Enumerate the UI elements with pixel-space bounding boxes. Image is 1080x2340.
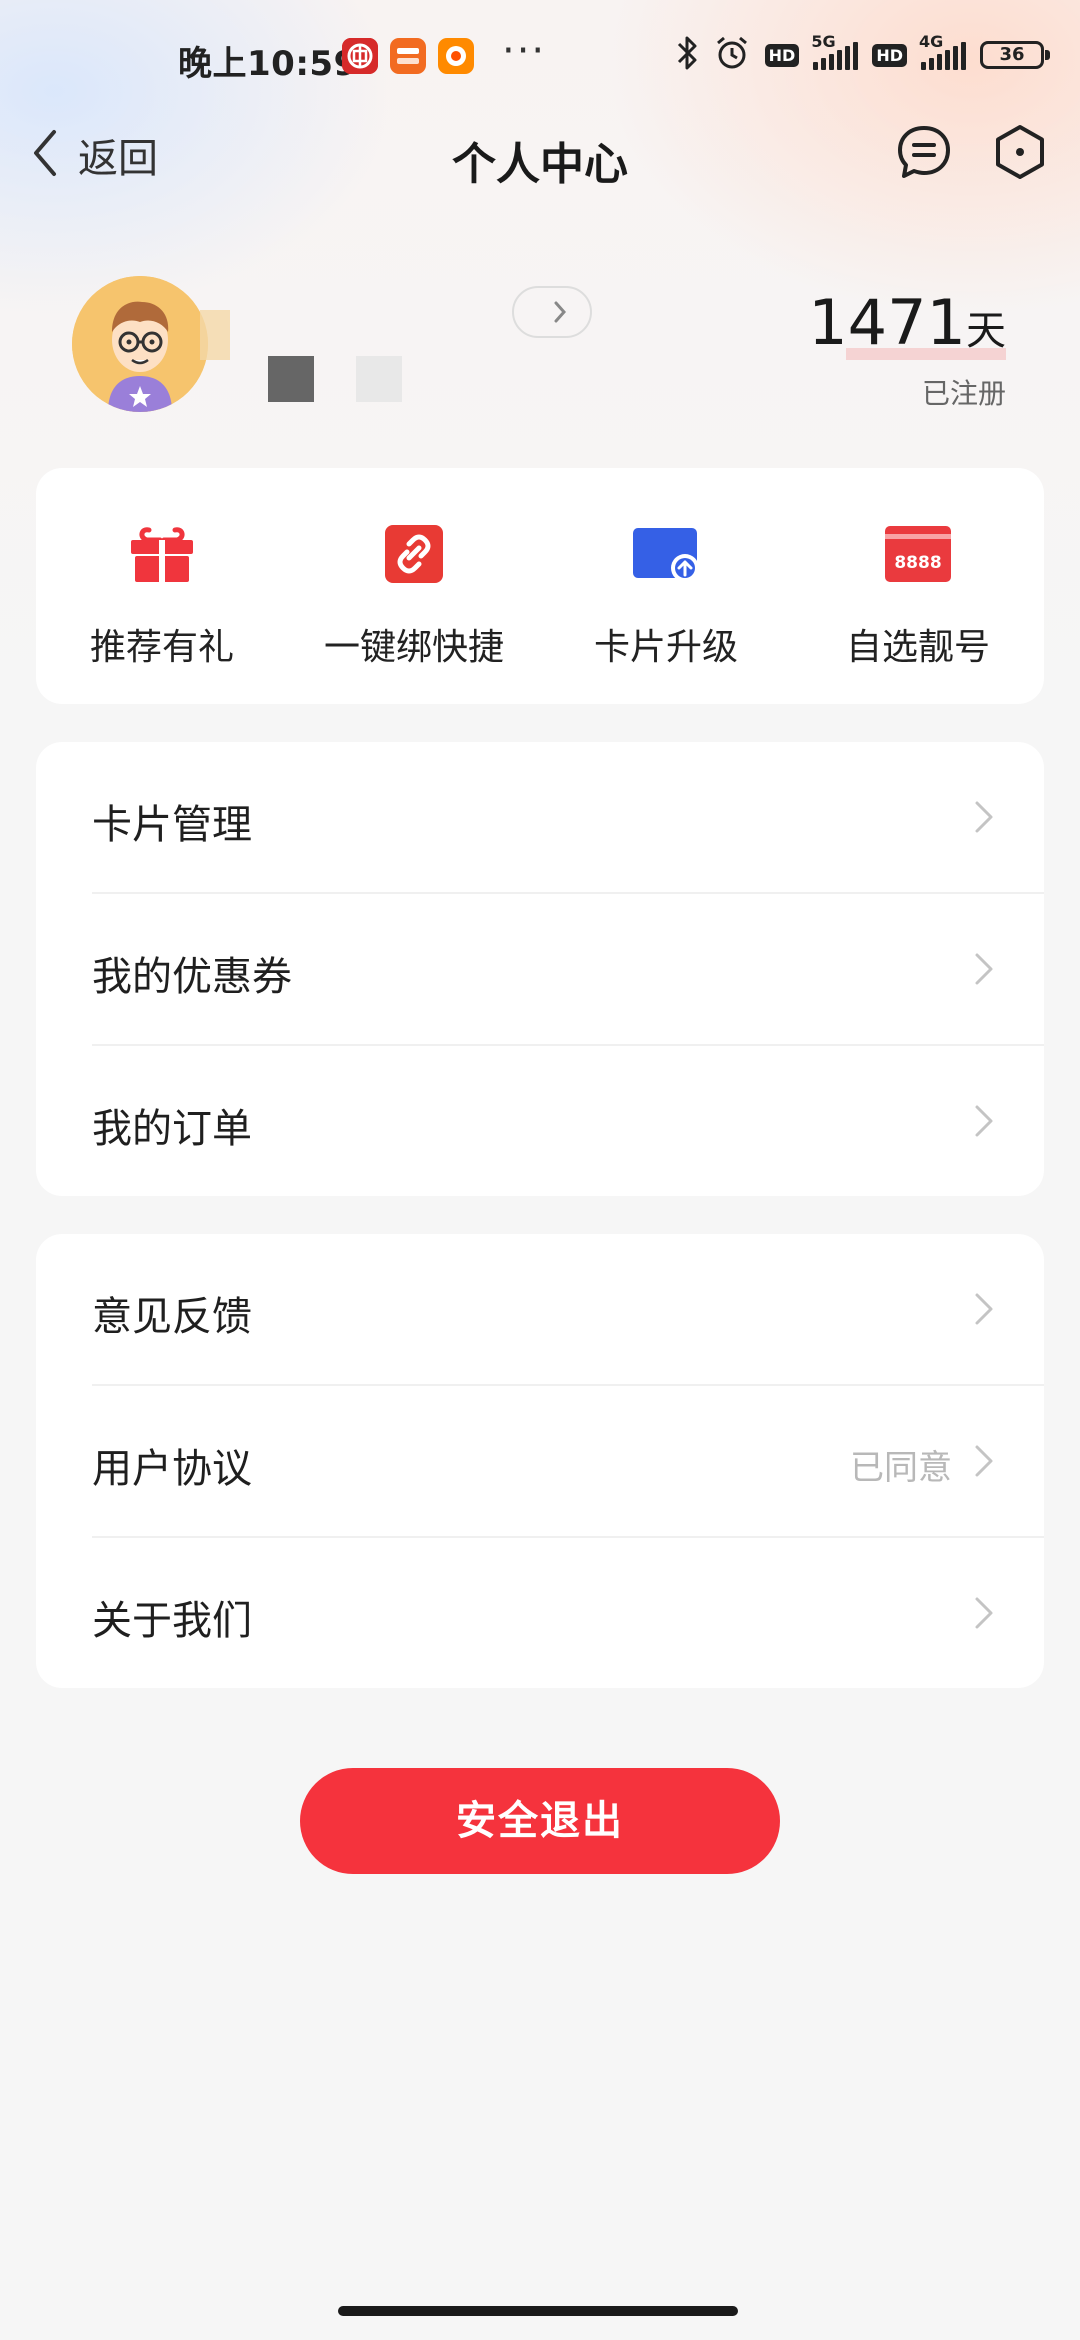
status-bar: 晚上10:59 ··· HD 5G HD 4G 36 xyxy=(0,0,1080,120)
gift-icon xyxy=(127,524,197,584)
quick-action-label: 推荐有礼 xyxy=(89,627,234,668)
bank-of-china-icon xyxy=(342,38,378,74)
chevron-right-icon xyxy=(975,1597,993,1629)
quick-action-label: 卡片升级 xyxy=(593,627,738,668)
quick-action-label: 自选靓号 xyxy=(845,627,990,668)
status-time: 晚上10:59 xyxy=(178,44,358,84)
menu-item-coupons[interactable]: 我的优惠券 xyxy=(36,894,1044,1044)
redacted-block-2 xyxy=(356,356,402,402)
signal-5g-icon: 5G xyxy=(811,32,859,70)
username-redacted xyxy=(200,310,230,360)
settings-button[interactable] xyxy=(990,122,1050,182)
redacted-block xyxy=(268,356,314,402)
chevron-right-icon xyxy=(975,953,993,985)
menu-item-about-us[interactable]: 关于我们 xyxy=(36,1538,1044,1688)
battery-icon: 36 xyxy=(980,41,1050,69)
menu-item-user-agreement[interactable]: 用户协议 已同意 xyxy=(36,1386,1044,1536)
menu-item-feedback[interactable]: 意见反馈 xyxy=(36,1234,1044,1384)
signal-4g-icon: 4G xyxy=(919,32,966,70)
home-indicator[interactable] xyxy=(338,2306,738,2316)
menu-item-label: 意见反馈 xyxy=(92,1294,252,1340)
agreement-status: 已同意 xyxy=(850,1448,952,1488)
message-icon xyxy=(898,126,950,178)
nav-header: 返回 个人中心 xyxy=(0,110,1080,196)
menu-item-label: 关于我们 xyxy=(92,1598,252,1644)
number-card-icon: 8888 xyxy=(883,524,953,584)
network-type-label: 5G xyxy=(811,32,836,51)
quick-action-select-number[interactable]: 8888 自选靓号 xyxy=(792,468,1044,704)
menu-item-label: 用户协议 xyxy=(92,1446,252,1492)
network-type-label-2: 4G xyxy=(919,32,944,51)
quick-action-card-upgrade[interactable]: 卡片升级 xyxy=(540,468,792,704)
ping-an-bank-icon xyxy=(390,38,426,74)
link-icon xyxy=(379,524,449,584)
settings-hexagon-icon xyxy=(996,125,1044,179)
menu-group-2: 意见反馈 用户协议 已同意 关于我们 xyxy=(36,1234,1044,1688)
number-card-text: 8888 xyxy=(894,553,941,573)
days-highlight xyxy=(846,348,1006,360)
quick-action-bind-quickpay[interactable]: 一键绑快捷 xyxy=(288,468,540,704)
menu-item-label: 我的优惠券 xyxy=(92,954,292,1000)
registered-days-label: 已注册 xyxy=(921,377,1006,410)
quick-action-referral[interactable]: 推荐有礼 xyxy=(36,468,288,704)
chevron-right-icon xyxy=(975,801,993,833)
more-notifications-icon: ··· xyxy=(502,28,547,74)
hd-voice-badge: HD xyxy=(764,43,800,67)
message-button[interactable] xyxy=(894,122,954,182)
taobao-icon xyxy=(438,38,474,74)
menu-item-label: 卡片管理 xyxy=(92,802,252,848)
card-upgrade-icon xyxy=(631,524,701,584)
menu-item-label: 我的订单 xyxy=(92,1106,252,1152)
member-tag-button[interactable] xyxy=(512,286,592,338)
avatar[interactable] xyxy=(72,276,208,412)
alarm-icon xyxy=(713,34,751,76)
menu-item-orders[interactable]: 我的订单 xyxy=(36,1046,1044,1196)
logout-button[interactable]: 安全退出 xyxy=(300,1768,780,1874)
chevron-right-icon xyxy=(975,1105,993,1137)
quick-action-label: 一键绑快捷 xyxy=(323,627,504,668)
menu-group-1: 卡片管理 我的优惠券 我的订单 xyxy=(36,742,1044,1196)
menu-item-card-management[interactable]: 卡片管理 xyxy=(36,742,1044,892)
chevron-right-icon xyxy=(975,1293,993,1325)
registered-days: 1471天 xyxy=(808,286,1006,360)
chevron-right-icon xyxy=(554,301,567,323)
bluetooth-icon xyxy=(675,34,699,76)
quick-actions-card: 推荐有礼 一键绑快捷 卡片升级 8888 自选靓号 xyxy=(36,468,1044,704)
chevron-right-icon xyxy=(975,1445,993,1477)
hd-voice-badge-2: HD xyxy=(872,43,907,67)
